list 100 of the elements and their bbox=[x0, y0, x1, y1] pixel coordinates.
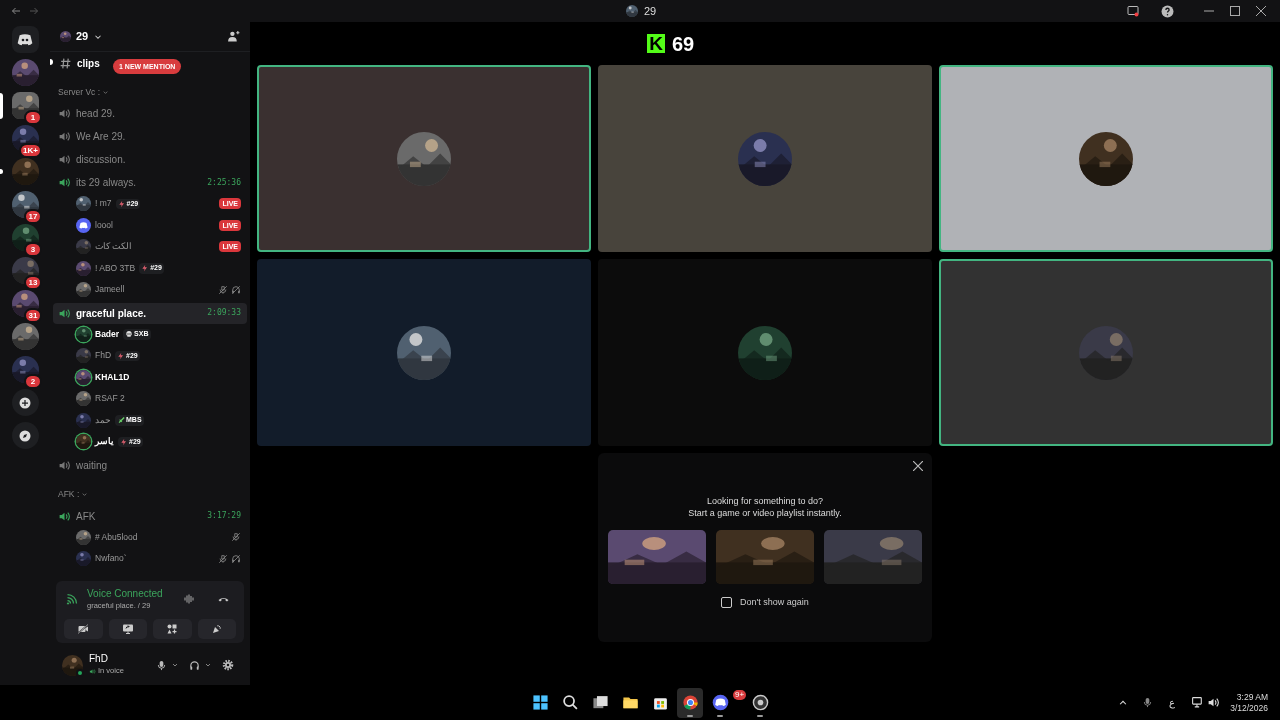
user-name[interactable]: Bader bbox=[95, 327, 120, 341]
user-name[interactable]: الكت كات bbox=[95, 240, 133, 254]
volume-icon[interactable] bbox=[1207, 696, 1221, 709]
voice-channel[interactable]: head 29. bbox=[53, 106, 115, 121]
stream-title: 69 bbox=[672, 31, 695, 57]
record-icon bbox=[751, 694, 769, 711]
lightning-icon bbox=[120, 437, 128, 446]
video-tile[interactable] bbox=[598, 65, 932, 252]
headphones-icon[interactable] bbox=[189, 659, 200, 671]
hash-icon bbox=[59, 56, 72, 70]
chat-bubble-icon bbox=[17, 33, 33, 46]
activities-button[interactable] bbox=[153, 619, 192, 639]
user-name[interactable]: FhD bbox=[95, 349, 112, 363]
user-name[interactable]: Nwfano` bbox=[95, 552, 127, 566]
checkbox[interactable] bbox=[721, 597, 733, 609]
prompt-text: Looking for something to do? bbox=[706, 495, 824, 507]
skull-icon bbox=[125, 330, 134, 339]
elapsed-timer: 3:17:29 bbox=[207, 510, 241, 522]
notification-badge: 3 bbox=[24, 242, 42, 257]
running-indicator bbox=[757, 714, 763, 717]
elapsed-timer: 2:09:33 bbox=[207, 307, 241, 319]
inbox-icon[interactable] bbox=[1127, 5, 1139, 17]
notification-badge: 2 bbox=[24, 374, 42, 389]
close-icon[interactable] bbox=[1256, 6, 1266, 16]
voice-channel[interactable]: discussion. bbox=[53, 152, 126, 167]
user-name[interactable]: ! m7 bbox=[95, 197, 112, 211]
clock-time[interactable]: 3:29 AM bbox=[1236, 691, 1268, 703]
user-name[interactable]: FhD bbox=[89, 653, 124, 666]
user-name[interactable]: ياسر bbox=[95, 435, 114, 449]
voice-channel[interactable]: AFK bbox=[53, 508, 96, 524]
back-arrow-icon[interactable] bbox=[10, 5, 22, 17]
microphone-icon[interactable] bbox=[1142, 697, 1154, 708]
plus-icon bbox=[19, 396, 31, 409]
soundboard-button[interactable] bbox=[197, 619, 236, 639]
user-name[interactable]: حمد bbox=[95, 413, 111, 427]
chat-app-icon bbox=[711, 694, 729, 711]
search-icon bbox=[561, 694, 579, 711]
settings-icon[interactable] bbox=[222, 659, 234, 671]
start-icon bbox=[531, 694, 549, 711]
notification-badge: 31 bbox=[24, 308, 42, 323]
monitor-icon bbox=[121, 623, 134, 635]
lightning-icon bbox=[117, 351, 126, 360]
running-indicator bbox=[687, 714, 693, 717]
add-member-icon[interactable] bbox=[227, 30, 240, 43]
user-name[interactable]: RSAF 2 bbox=[95, 392, 125, 406]
lightning-icon bbox=[141, 264, 150, 273]
microphone-icon[interactable] bbox=[156, 659, 167, 671]
user-name[interactable]: # Abu5lood bbox=[95, 530, 138, 544]
voice-channel[interactable]: graceful place. bbox=[53, 305, 147, 321]
chevron-icon[interactable] bbox=[204, 661, 212, 669]
taskbar-app[interactable] bbox=[677, 687, 703, 718]
window-title: 29 bbox=[644, 3, 657, 19]
close-icon[interactable] bbox=[913, 461, 923, 471]
camera-off-button[interactable] bbox=[64, 619, 103, 639]
video-tile[interactable] bbox=[598, 259, 932, 446]
voice-status: Voice Connected bbox=[87, 586, 163, 600]
add-server-button[interactable] bbox=[11, 389, 39, 416]
sword-icon bbox=[117, 416, 125, 425]
checkbox-label: Don't show again bbox=[740, 596, 809, 609]
user-name[interactable]: loool bbox=[95, 218, 113, 232]
notification-badge: 1 bbox=[24, 110, 42, 125]
video-tile[interactable] bbox=[257, 259, 591, 446]
video-tile[interactable] bbox=[257, 65, 591, 252]
soundboard-icon bbox=[210, 623, 223, 635]
category-label[interactable]: AFK : bbox=[58, 488, 80, 501]
compass-icon bbox=[19, 429, 31, 442]
help-icon[interactable] bbox=[1161, 4, 1174, 18]
notification-badge: 17 bbox=[24, 209, 42, 224]
maximize-icon[interactable] bbox=[1230, 6, 1240, 16]
user-name[interactable]: Jameell bbox=[95, 283, 125, 297]
windows-stack-icon bbox=[591, 694, 609, 711]
voice-channel[interactable]: We Are 29. bbox=[53, 129, 126, 144]
video-tile[interactable] bbox=[939, 259, 1273, 446]
user-name[interactable]: KHAL1D bbox=[95, 370, 130, 384]
clock-date[interactable]: 3/12/2026 bbox=[1230, 702, 1268, 714]
camera-off-icon bbox=[77, 623, 90, 635]
elapsed-timer: 2:25:36 bbox=[207, 176, 241, 189]
discover-button[interactable] bbox=[11, 422, 39, 449]
notification-badge: 13 bbox=[24, 275, 42, 290]
home-button[interactable] bbox=[11, 26, 39, 53]
soundwave-icon[interactable] bbox=[183, 592, 196, 605]
notification-badge: 1K+ bbox=[19, 143, 42, 158]
user-name[interactable]: ! ABO 3TB bbox=[95, 261, 136, 275]
category-label[interactable]: Server Vc : bbox=[58, 85, 101, 99]
share-screen-button[interactable] bbox=[108, 619, 147, 639]
text-channel[interactable]: clips bbox=[53, 55, 100, 71]
notification-badge: 9+ bbox=[733, 689, 747, 700]
chat-bubble-icon bbox=[79, 221, 88, 229]
network-icon[interactable] bbox=[1191, 696, 1205, 709]
prompt-text: Start a game or video playlist instantly. bbox=[688, 507, 842, 519]
kick-logo: K bbox=[647, 34, 665, 53]
signal-icon bbox=[66, 592, 78, 605]
voice-channel[interactable]: its 29 always. bbox=[53, 175, 137, 190]
chevron-icon[interactable] bbox=[171, 661, 179, 669]
server-name[interactable]: 29 bbox=[76, 28, 89, 45]
voice-channel[interactable]: waiting bbox=[53, 457, 108, 473]
video-tile[interactable] bbox=[939, 65, 1273, 252]
speaker-icon bbox=[89, 667, 96, 675]
input-language-indicator[interactable]: ع bbox=[1169, 695, 1176, 710]
lightning-icon bbox=[117, 199, 126, 208]
